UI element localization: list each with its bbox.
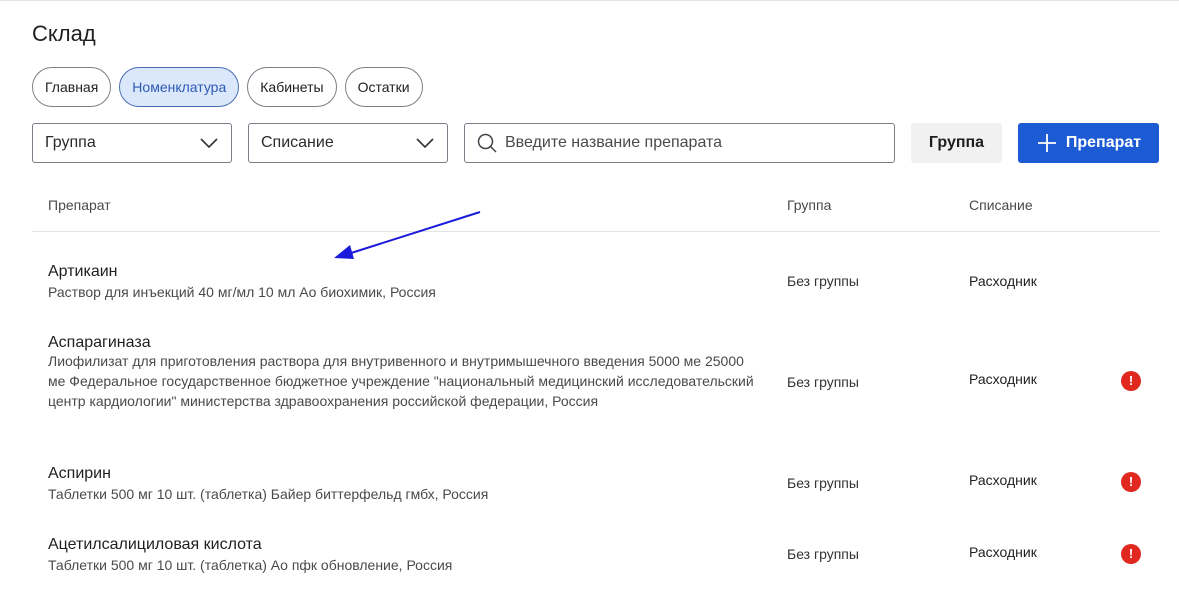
tab-cabinets[interactable]: Кабинеты <box>247 67 337 107</box>
tab-main[interactable]: Главная <box>32 67 112 107</box>
drug-name: Аспарагиназа <box>48 334 151 351</box>
drug-writeoff: Расходник <box>969 273 1037 289</box>
column-header-writeoff[interactable]: Списание <box>969 197 1033 213</box>
search-icon <box>477 133 497 153</box>
table-row[interactable]: Ацетилсалициловая кислота Таблетки 500 м… <box>32 536 1160 586</box>
tab-stock[interactable]: Остатки <box>344 67 423 107</box>
drug-writeoff: Расходник <box>969 371 1037 387</box>
drug-description: Раствор для инъекций 40 мг/мл 10 мл Ао б… <box>48 284 436 300</box>
filter-bar: Группа Списание Группа Препарат <box>0 123 1179 163</box>
plus-icon <box>1037 134 1056 152</box>
writeoff-select-value: Списание <box>261 134 334 151</box>
add-drug-button-label: Препарат <box>1065 134 1142 151</box>
search-input[interactable] <box>505 134 882 152</box>
drug-name: Аспирин <box>48 465 111 482</box>
page-title: Склад <box>32 21 96 46</box>
add-group-button[interactable]: Группа <box>911 123 1002 163</box>
drug-description: Таблетки 500 мг 10 шт. (таблетка) Байер … <box>48 486 489 502</box>
drug-group: Без группы <box>787 475 859 491</box>
table-header: Препарат Группа Списание <box>32 181 1160 232</box>
chevron-down-icon <box>416 138 434 149</box>
drug-name: Артикаин <box>48 263 118 280</box>
drug-description: Лиофилизат для приготовления раствора дл… <box>48 353 754 409</box>
search-field[interactable] <box>464 123 895 163</box>
drug-group: Без группы <box>787 374 859 390</box>
warehouse-page: Склад Главная Номенклатура Кабинеты Оста… <box>0 0 1179 596</box>
warning-icon[interactable]: ! <box>1121 472 1141 492</box>
chevron-down-icon <box>200 138 218 149</box>
tab-bar: Главная Номенклатура Кабинеты Остатки <box>32 67 423 107</box>
drug-name: Ацетилсалициловая кислота <box>48 536 262 553</box>
column-header-group[interactable]: Группа <box>787 197 831 213</box>
table-row[interactable]: Аспирин Таблетки 500 мг 10 шт. (таблетка… <box>32 465 1160 515</box>
drug-writeoff: Расходник <box>969 544 1037 560</box>
add-drug-button[interactable]: Препарат <box>1018 123 1159 163</box>
table-row[interactable]: Артикаин Раствор для инъекций 40 мг/мл 1… <box>32 263 1160 313</box>
drug-writeoff: Расходник <box>969 472 1037 488</box>
tab-nomenclature[interactable]: Номенклатура <box>119 67 240 107</box>
warning-icon[interactable]: ! <box>1121 371 1141 391</box>
writeoff-select[interactable]: Списание <box>248 123 448 163</box>
drug-group: Без группы <box>787 273 859 289</box>
group-select-value: Группа <box>45 134 96 151</box>
warning-icon[interactable]: ! <box>1121 544 1141 564</box>
group-select[interactable]: Группа <box>32 123 232 163</box>
drug-description: Таблетки 500 мг 10 шт. (таблетка) Ао пфк… <box>48 557 453 573</box>
table-row[interactable]: Аспарагиназа Лиофилизат для приготовлени… <box>32 334 1160 434</box>
drug-group: Без группы <box>787 546 859 562</box>
column-header-drug[interactable]: Препарат <box>48 197 111 213</box>
